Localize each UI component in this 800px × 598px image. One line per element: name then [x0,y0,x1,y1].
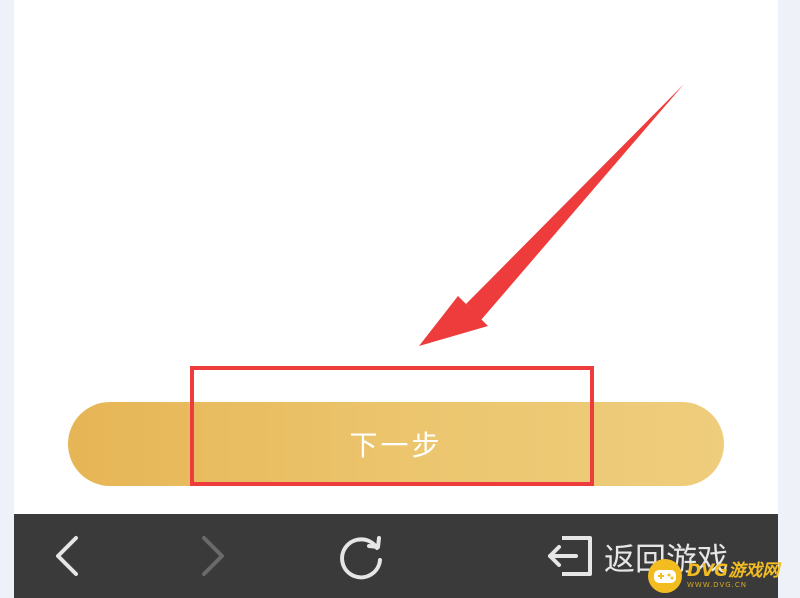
annotation-arrow [419,84,684,346]
refresh-button[interactable] [330,514,394,598]
refresh-icon [340,536,382,580]
watermark: DVG游戏网 WWW.DVG.CN [648,556,798,596]
screen: 下一步 返回游戏 [14,0,778,598]
watermark-text: DVG游戏网 [687,561,780,581]
forward-button[interactable] [184,514,244,598]
chevron-right-icon [202,536,224,576]
back-button[interactable] [36,514,96,598]
chevron-left-icon [56,536,78,576]
watermark-subtext: WWW.DVG.CN [687,581,748,589]
next-step-button[interactable]: 下一步 [68,402,724,486]
exit-icon [548,536,592,576]
next-step-label: 下一步 [349,429,443,462]
gamepad-icon [648,559,682,593]
